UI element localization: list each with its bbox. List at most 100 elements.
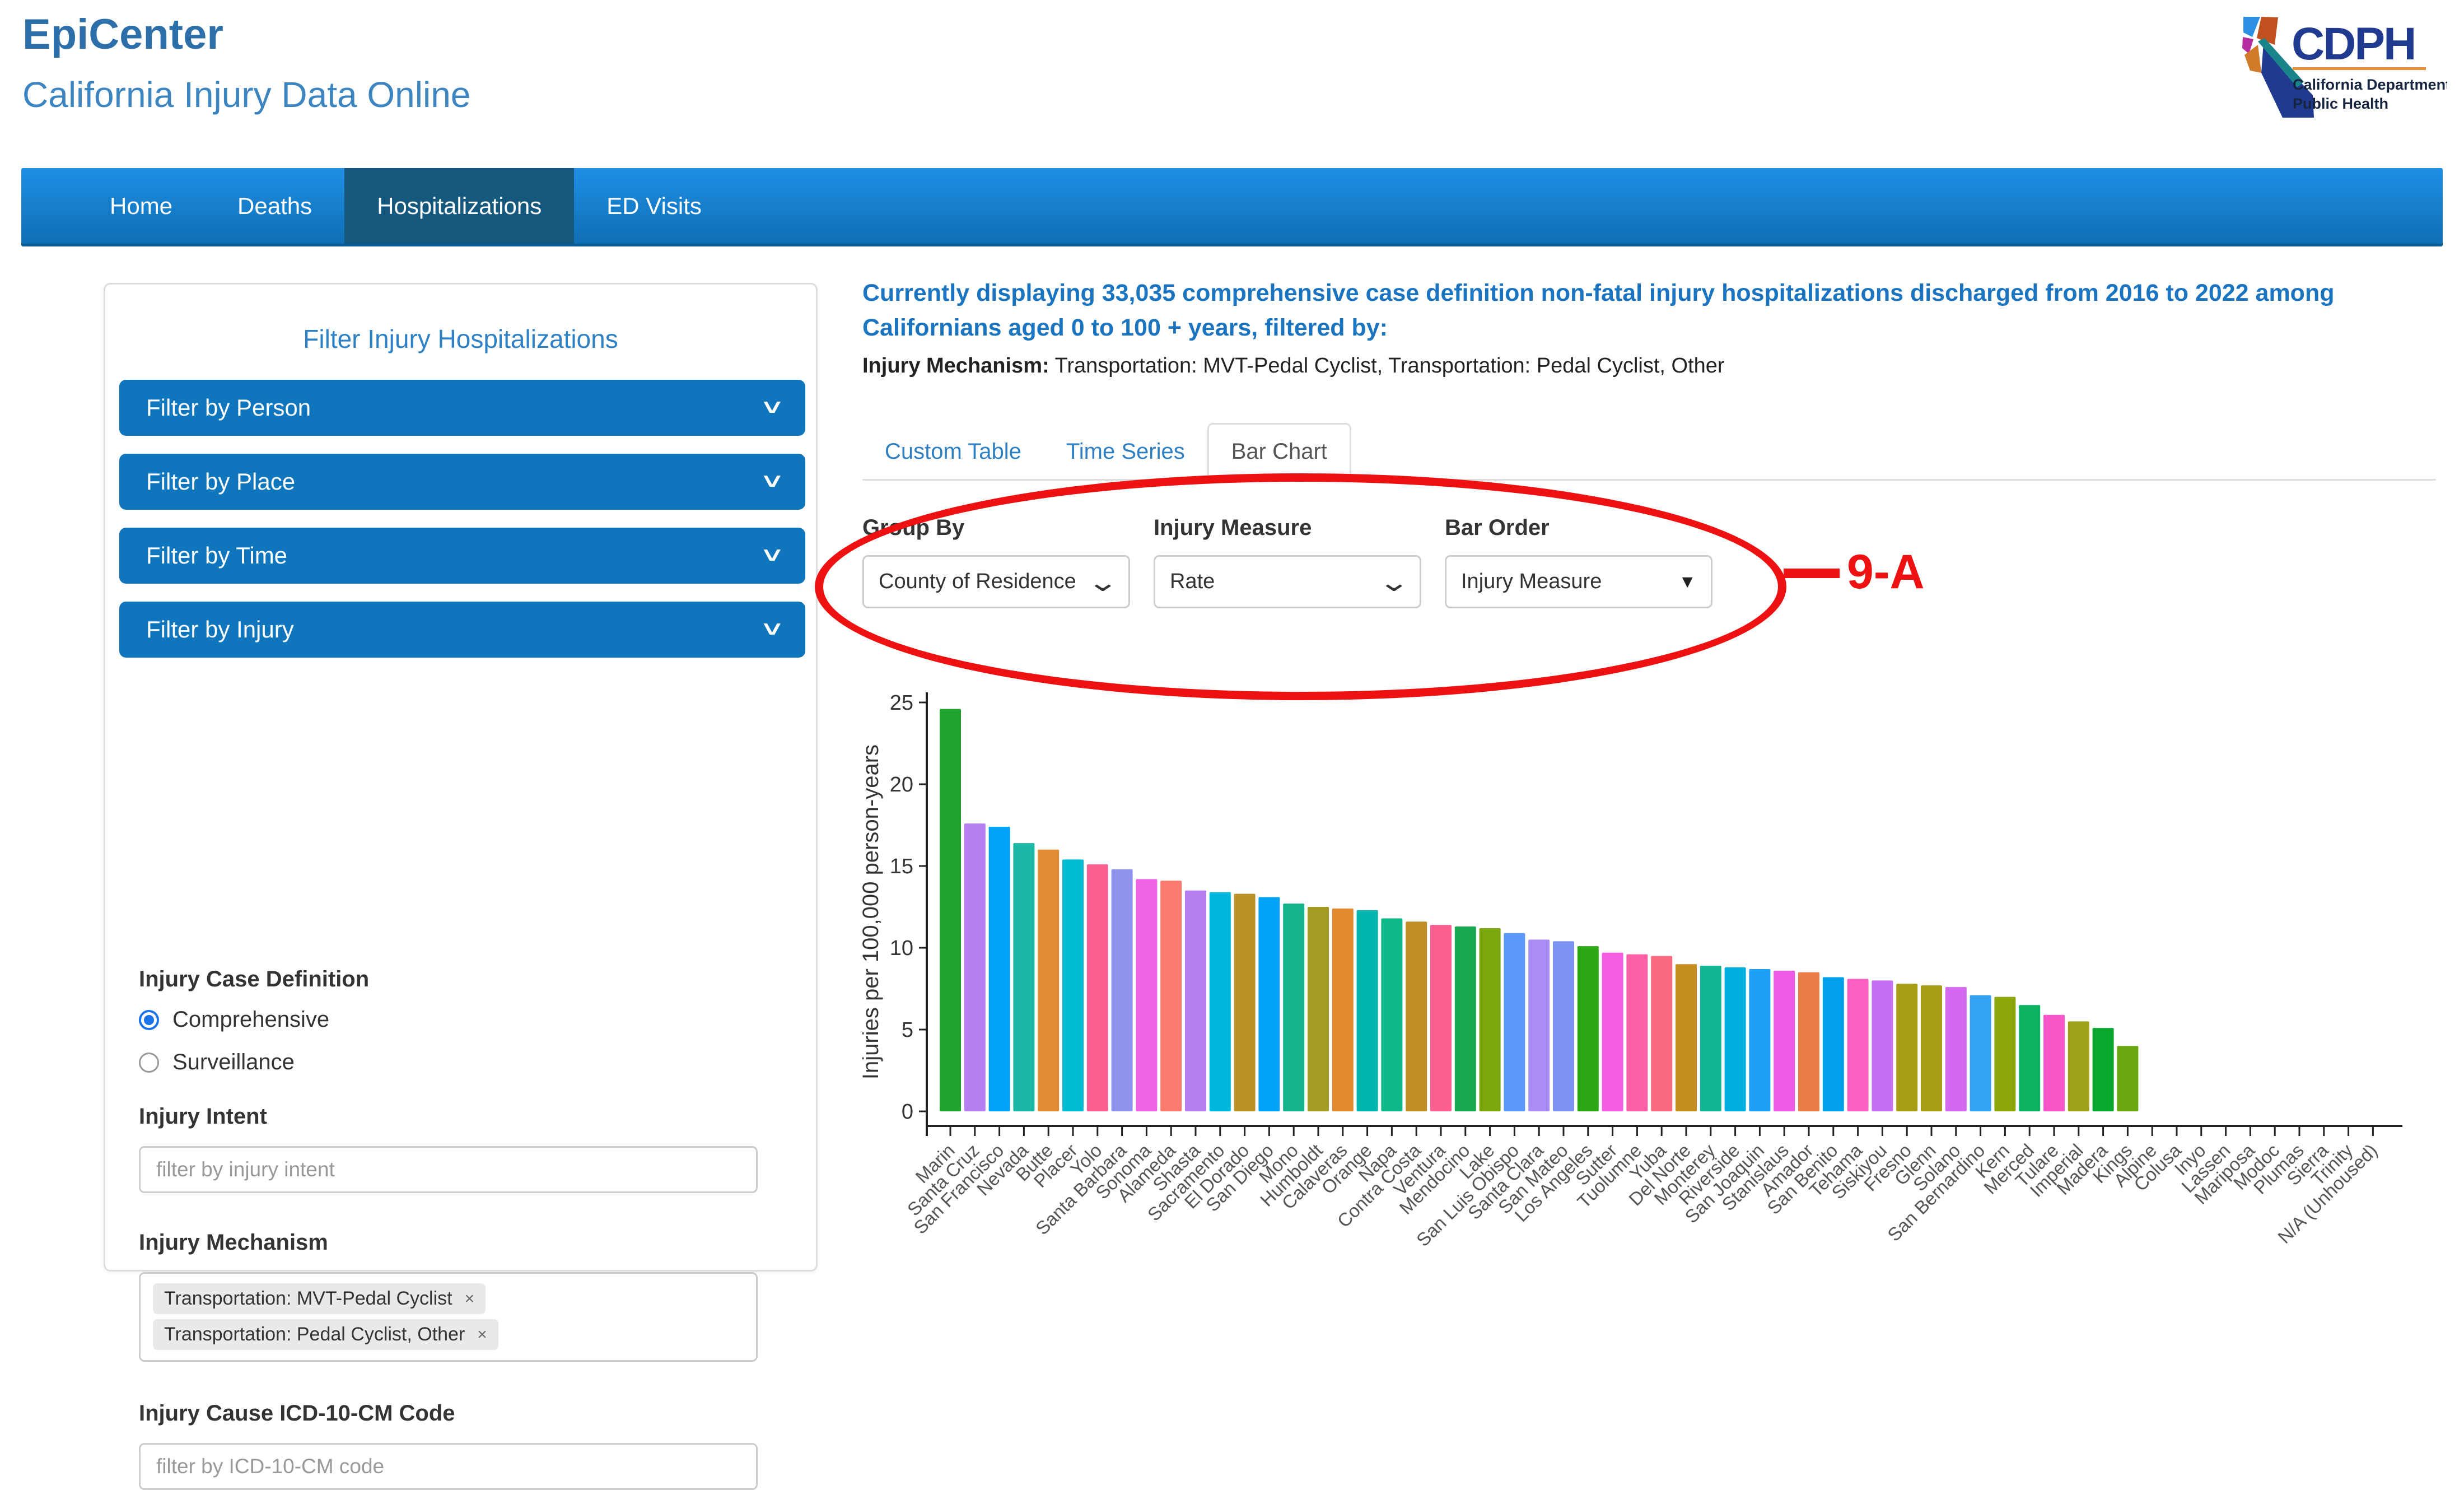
nav-item-ed-visits[interactable]: ED Visits (574, 168, 734, 244)
svg-text:Public Health: Public Health (2293, 95, 2388, 112)
main-nav: HomeDeathsHospitalizationsED Visits (21, 168, 2443, 246)
bar-fresno[interactable] (1896, 984, 1917, 1111)
svg-text:0: 0 (902, 1100, 913, 1124)
bar-kern[interactable] (1994, 997, 2015, 1111)
bar-tuolumne[interactable] (1626, 954, 1648, 1111)
radio-selected-icon[interactable] (139, 1010, 159, 1030)
case-definition-label: Injury Case Definition (139, 967, 369, 992)
bar-el-dorado[interactable] (1234, 894, 1256, 1111)
view-tabs: Custom TableTime SeriesBar Chart (862, 423, 2436, 481)
accordion-filter-by-injury[interactable]: Filter by Injury ˅ (119, 602, 805, 658)
page-header: EpiCenter California Injury Data Online … (0, 0, 2464, 168)
injury-measure-select[interactable]: Rate⌄ (1154, 555, 1421, 608)
bar-santa-barbara[interactable] (1112, 869, 1133, 1111)
chevron-down-icon: ˅ (763, 617, 781, 642)
chevron-down-icon: ⌄ (1378, 567, 1411, 597)
bar-nevada[interactable] (1013, 843, 1034, 1111)
injury-mechanism-tagbox[interactable]: Transportation: MVT-Pedal Cyclist×Transp… (139, 1272, 758, 1362)
bar-san-mateo[interactable] (1553, 941, 1574, 1111)
tab-time-series[interactable]: Time Series (1044, 425, 1207, 479)
tab-custom-table[interactable]: Custom Table (862, 425, 1044, 479)
control-group-by: Group By County of Residence ⌄ (862, 515, 1130, 608)
tab-bar-chart[interactable]: Bar Chart (1207, 423, 1351, 481)
bar-madera[interactable] (2093, 1028, 2114, 1111)
bar-san-diego[interactable] (1258, 897, 1280, 1111)
accordion-filter-by-person[interactable]: Filter by Person˅ (119, 380, 805, 436)
bar-mendocino[interactable] (1455, 926, 1476, 1111)
bar-riverside[interactable] (1725, 967, 1746, 1111)
bar-imperial[interactable] (2068, 1021, 2089, 1111)
accordion-label: Filter by Injury (146, 616, 294, 643)
control-label: Injury Measure (1154, 515, 1421, 541)
control-label: Bar Order (1445, 515, 1712, 541)
control-label: Group By (862, 515, 1130, 541)
cdph-logo-icon: CDPH California Department of Public Hea… (2229, 10, 2447, 131)
filter-line-label: Injury Mechanism: (862, 354, 1049, 378)
group-by-select[interactable]: County of Residence ⌄ (862, 555, 1130, 608)
bar-san-luis-obispo[interactable] (1504, 933, 1525, 1111)
bar-calaveras[interactable] (1332, 909, 1354, 1111)
bar-placer[interactable] (1062, 859, 1084, 1111)
radio-label: Surveillance (172, 1050, 295, 1075)
bar-kings[interactable] (2117, 1046, 2138, 1111)
summary-heading: Currently displaying 33,035 comprehensiv… (862, 276, 2436, 345)
bar-del-norte[interactable] (1676, 964, 1697, 1111)
bar-sutter[interactable] (1602, 953, 1623, 1111)
bar-yuba[interactable] (1651, 956, 1672, 1111)
radio-unselected-icon[interactable] (139, 1053, 159, 1073)
bar-stanislaus[interactable] (1774, 971, 1795, 1111)
bar-glenn[interactable] (1921, 985, 1942, 1111)
bar-siskiyou[interactable] (1872, 980, 1893, 1111)
chevron-down-icon: ⌄ (1087, 567, 1119, 597)
injury-mechanism-label: Injury Mechanism (139, 1230, 328, 1255)
bar-san-benito[interactable] (1823, 977, 1844, 1111)
bar-san-joaquin[interactable] (1749, 969, 1770, 1111)
bar-santa-cruz[interactable] (964, 823, 986, 1111)
injury-intent-input[interactable] (139, 1146, 758, 1193)
accordion-filter-by-place[interactable]: Filter by Place˅ (119, 454, 805, 510)
annotation-label: 9-A (1847, 544, 1925, 600)
bar-shasta[interactable] (1185, 891, 1206, 1111)
accordion-label: Filter by Time (146, 542, 287, 569)
bar-alameda[interactable] (1160, 881, 1182, 1111)
remove-tag-icon[interactable]: × (477, 1325, 487, 1344)
bar-san-bernardino[interactable] (1970, 995, 1991, 1111)
bar-tulare[interactable] (2043, 1015, 2065, 1111)
svg-text:5: 5 (902, 1018, 913, 1042)
bar-los-angeles[interactable] (1578, 946, 1599, 1111)
bar-solano[interactable] (1945, 987, 1967, 1111)
bar-napa[interactable] (1381, 918, 1402, 1111)
icd-code-input[interactable] (139, 1443, 758, 1490)
bar-chart: Injuries per 100,000 person-years0510152… (862, 688, 2464, 1280)
bar-merced[interactable] (2019, 1005, 2040, 1111)
radio-option-comprehensive[interactable]: Comprehensive (139, 1007, 329, 1032)
bar-monterey[interactable] (1700, 966, 1721, 1111)
bar-butte[interactable] (1038, 850, 1059, 1111)
bar-tehama[interactable] (1847, 979, 1869, 1111)
control-bar-order: Bar Order Injury Measure▼ (1445, 515, 1712, 608)
nav-item-home[interactable]: Home (77, 168, 205, 244)
bar-orange[interactable] (1357, 910, 1378, 1111)
bar-lake[interactable] (1480, 928, 1501, 1111)
bar-ventura[interactable] (1430, 925, 1452, 1111)
sidebar-title: Filter Injury Hospitalizations (105, 324, 816, 354)
injury-intent-label: Injury Intent (139, 1104, 267, 1129)
nav-item-deaths[interactable]: Deaths (205, 168, 344, 244)
nav-item-hospitalizations[interactable]: Hospitalizations (344, 168, 574, 244)
select-value: County of Residence (879, 570, 1076, 594)
accordion-label: Filter by Person (146, 394, 311, 421)
remove-tag-icon[interactable]: × (465, 1289, 475, 1309)
bar-order-select[interactable]: Injury Measure▼ (1445, 555, 1712, 608)
bar-marin[interactable] (940, 709, 961, 1111)
bar-san-francisco[interactable] (989, 827, 1010, 1111)
bar-mono[interactable] (1283, 904, 1304, 1111)
bar-amador[interactable] (1798, 972, 1819, 1111)
radio-option-surveillance[interactable]: Surveillance (139, 1050, 295, 1075)
bar-humboldt[interactable] (1308, 907, 1329, 1111)
accordion-filter-by-time[interactable]: Filter by Time˅ (119, 528, 805, 584)
bar-yolo[interactable] (1087, 864, 1108, 1111)
bar-santa-clara[interactable] (1528, 939, 1550, 1111)
bar-sacramento[interactable] (1210, 892, 1231, 1111)
bar-contra-costa[interactable] (1406, 921, 1427, 1111)
bar-sonoma[interactable] (1136, 879, 1157, 1111)
